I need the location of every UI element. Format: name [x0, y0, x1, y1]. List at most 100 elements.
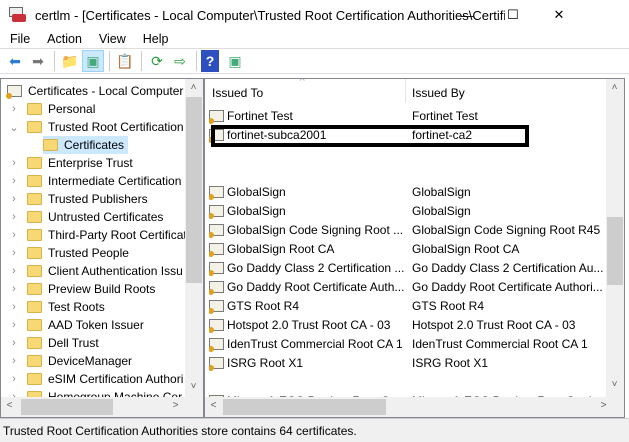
certlm-app-icon	[9, 7, 27, 23]
sort-ascending-icon: ^	[300, 78, 305, 87]
folder-icon	[27, 157, 42, 169]
list-vertical-scrollbar[interactable]: ˄ ˅	[606, 79, 624, 397]
tree-item[interactable]: › Untrusted Certificates	[7, 208, 163, 226]
tree-item[interactable]: › Personal	[7, 100, 95, 118]
scroll-up-icon[interactable]: ˄	[185, 82, 202, 93]
issued-to-cell: GTS Root R4	[227, 299, 300, 313]
list-scroll-thumb[interactable]	[607, 217, 623, 285]
chevron-right-icon[interactable]: ›	[7, 265, 21, 277]
chevron-right-icon[interactable]: ›	[7, 193, 21, 205]
issued-by-cell: Go Daddy Class 2 Certification Au...	[412, 261, 604, 275]
up-folder-icon[interactable]: 📁	[59, 50, 81, 72]
close-button[interactable]: ✕	[536, 0, 582, 30]
tree-item-label: Trusted Root Certification	[48, 120, 184, 134]
tree-vertical-scrollbar[interactable]: ˄ ˅	[185, 79, 203, 397]
issued-by-cell: GlobalSign Code Signing Root R45	[412, 223, 601, 237]
column-issued-by[interactable]: Issued By	[412, 86, 465, 100]
chevron-right-icon[interactable]: ›	[7, 211, 21, 223]
tree-item-label: Client Authentication Issu	[48, 264, 183, 278]
chevron-right-icon[interactable]: ›	[7, 337, 21, 349]
chevron-right-icon[interactable]: ›	[7, 103, 21, 115]
chevron-right-icon[interactable]: ›	[7, 283, 21, 295]
show-hide-console-tree-icon[interactable]: ▣	[82, 50, 104, 72]
help-icon[interactable]: ?	[201, 50, 219, 72]
tree-item[interactable]: › AAD Token Issuer	[7, 316, 144, 334]
chevron-right-icon[interactable]: ›	[7, 175, 21, 187]
chevron-right-icon[interactable]: ›	[7, 355, 21, 367]
scroll-right-icon[interactable]: >	[167, 400, 184, 411]
scroll-up-icon[interactable]: ˄	[606, 82, 623, 93]
chevron-down-icon[interactable]: ⌄	[7, 121, 21, 134]
certificate-row[interactable]: Go Daddy Class 2 Certification ... Go Dad…	[209, 259, 609, 277]
tree-horizontal-scrollbar[interactable]: < >	[1, 397, 203, 417]
tree-item[interactable]: › eSIM Certification Authori	[7, 370, 183, 388]
chevron-right-icon[interactable]: ›	[7, 229, 21, 241]
chevron-right-icon[interactable]: ›	[7, 301, 21, 313]
tree-item[interactable]: › Intermediate Certification	[7, 172, 181, 190]
show-action-pane-icon[interactable]: ▣	[224, 50, 246, 72]
column-issued-to[interactable]: Issued To	[212, 86, 263, 100]
maximize-button[interactable]: ☐	[490, 0, 536, 30]
tree-item[interactable]: › Dell Trust	[7, 334, 99, 352]
clipboard-icon[interactable]: 📋	[114, 50, 136, 72]
tree-scroll-thumb[interactable]	[186, 97, 202, 283]
issued-by-cell: GTS Root R4	[412, 299, 485, 313]
tree-item[interactable]: ⌄ Trusted Root Certification	[7, 118, 184, 136]
chevron-right-icon[interactable]: ›	[7, 247, 21, 259]
certificates-snapin-icon	[6, 85, 22, 99]
back-icon[interactable]: ⬅	[4, 50, 26, 72]
certificate-icon	[209, 300, 224, 314]
tree-item-label: Personal	[48, 102, 96, 116]
certificate-list: ^ Issued To Issued By Fortinet Test Forti…	[204, 78, 625, 418]
forward-icon[interactable]: ➡	[27, 50, 49, 72]
certificate-row[interactable]: Go Daddy Root Certificate Auth... Go Dadd…	[209, 278, 609, 296]
list-hscroll-thumb[interactable]	[223, 399, 386, 415]
chevron-right-icon[interactable]: ›	[7, 319, 21, 331]
certificate-row[interactable]: GlobalSign GlobalSign	[209, 183, 609, 201]
export-list-icon[interactable]: ⇨	[169, 50, 191, 72]
scroll-down-icon[interactable]: ˅	[606, 379, 623, 390]
certificate-icon	[209, 224, 224, 238]
tree-item[interactable]: › Client Authentication Issu	[7, 262, 183, 280]
certificate-row[interactable]: GlobalSign Root CA GlobalSign Root CA	[209, 240, 609, 258]
refresh-icon[interactable]: ⟳	[146, 50, 168, 72]
tree-item[interactable]: › Trusted Publishers	[7, 190, 147, 208]
certificate-row[interactable]: GTS Root R4 GTS Root R4	[209, 297, 609, 315]
chevron-right-icon[interactable]: ›	[7, 157, 21, 169]
menu-view[interactable]: View	[89, 32, 133, 46]
menu-action[interactable]: Action	[37, 32, 89, 46]
minimize-button[interactable]: —	[444, 0, 490, 30]
certificate-row[interactable]: IdenTrust Commercial Root CA 1 IdenTrust …	[209, 335, 609, 353]
chevron-right-icon[interactable]: ›	[7, 373, 21, 385]
list-horizontal-scrollbar[interactable]: < >	[205, 397, 624, 417]
folder-icon	[27, 103, 42, 115]
folder-icon	[27, 229, 42, 241]
tree-item[interactable]: › Test Roots	[7, 298, 105, 316]
tree-item[interactable]: Certificates	[43, 136, 129, 154]
issued-by-cell: Go Daddy Root Certificate Authori...	[412, 280, 603, 294]
issued-by-cell: IdenTrust Commercial Root CA 1	[412, 337, 588, 351]
scroll-left-icon[interactable]: <	[205, 400, 222, 411]
certificate-row[interactable]: Hotspot 2.0 Trust Root CA - 03 Hotspot 2.…	[209, 316, 609, 334]
certificate-row[interactable]: Fortinet Test Fortinet Test	[209, 107, 609, 125]
menu-file[interactable]: File	[0, 32, 37, 46]
tree-item[interactable]: › Preview Build Roots	[7, 280, 155, 298]
certificate-row[interactable]: GlobalSign Code Signing Root ... GlobalSi…	[209, 221, 609, 239]
tree-item[interactable]: › Enterprise Trust	[7, 154, 133, 172]
tree-item[interactable]: › DeviceManager	[7, 352, 132, 370]
tree-hscroll-thumb[interactable]	[21, 399, 113, 415]
toolbar-separator	[196, 51, 197, 71]
menu-help[interactable]: Help	[133, 32, 176, 46]
scroll-down-icon[interactable]: ˅	[185, 381, 202, 392]
issued-by-cell: Fortinet Test	[412, 109, 478, 123]
tree-item[interactable]: › Third-Party Root Certificat	[7, 226, 187, 244]
certificate-row[interactable]: GlobalSign GlobalSign	[209, 202, 609, 220]
certificate-row[interactable]: ISRG Root X1 ISRG Root X1	[209, 354, 609, 372]
tree-root[interactable]: Certificates - Local Computer	[6, 82, 183, 100]
issued-to-cell: GlobalSign	[227, 204, 286, 218]
issued-to-cell: ISRG Root X1	[227, 356, 304, 370]
status-bar: Trusted Root Certification Authorities s…	[0, 418, 629, 442]
scroll-right-icon[interactable]: >	[595, 400, 612, 411]
scroll-left-icon[interactable]: <	[1, 400, 18, 411]
tree-item[interactable]: › Trusted People	[7, 244, 129, 262]
